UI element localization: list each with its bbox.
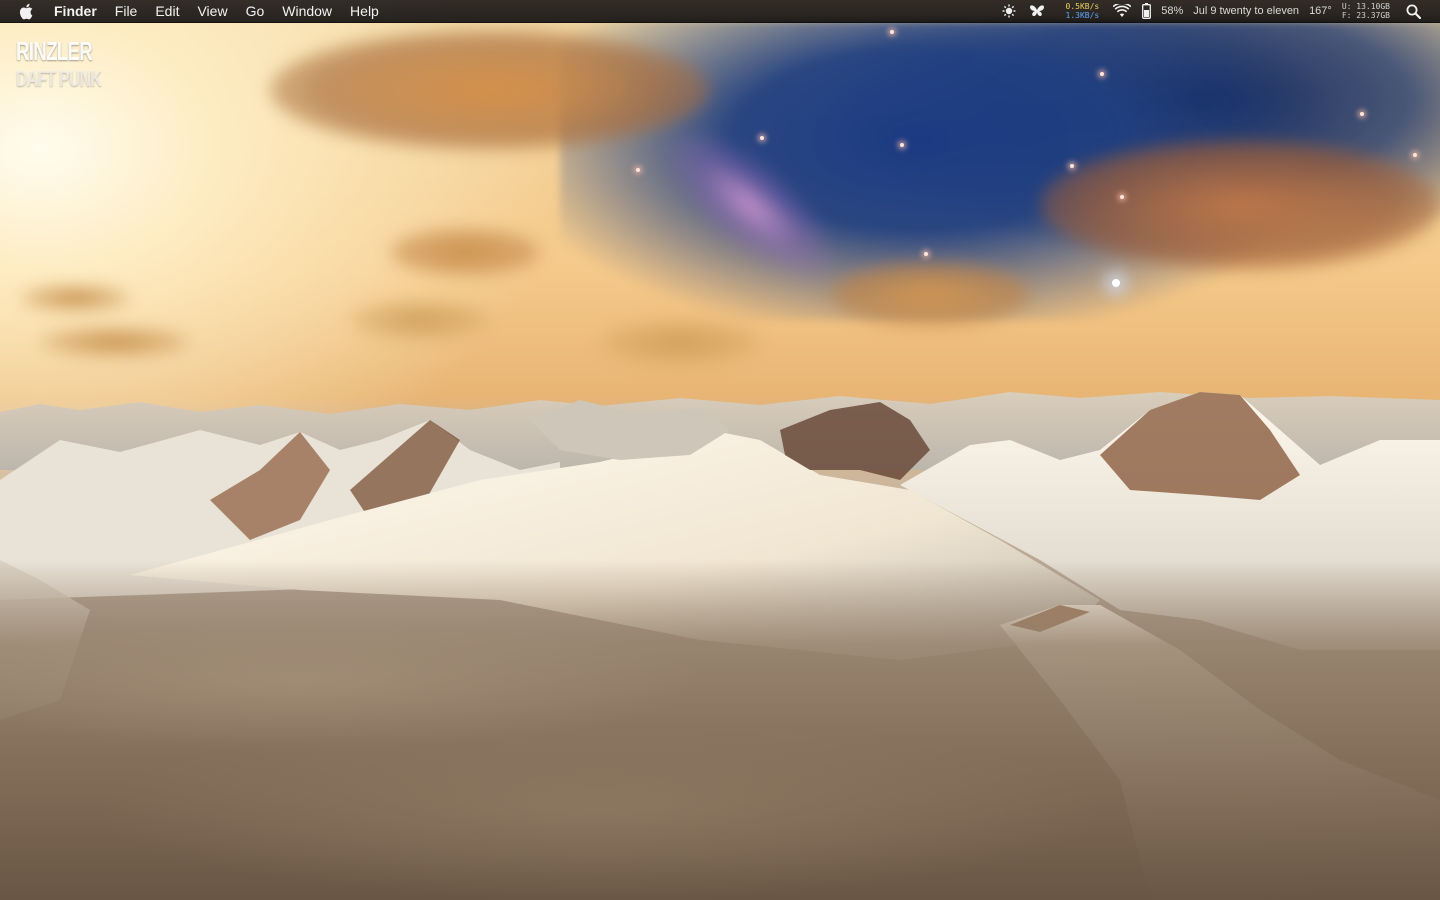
menu-bar-status-area: 0.5KB/s 1.3KB/s 58% Jul 9 twenty to elev… — [1000, 0, 1440, 22]
network-download-rate: 1.3KB/s — [1065, 11, 1100, 20]
menu-bar: Finder File Edit View Go Window Help 0.5… — [0, 0, 1440, 23]
spotlight-search-icon[interactable] — [1404, 2, 1422, 20]
track-title: RINZLER — [16, 36, 93, 66]
desktop-wallpaper — [0, 0, 1440, 900]
disk-usage-monitor[interactable]: U: 13.10GB F: 23.37GB — [1342, 2, 1390, 20]
battery-icon[interactable] — [1141, 2, 1151, 20]
wifi-icon[interactable] — [1113, 2, 1132, 20]
disk-free: F: 23.37GB — [1341, 11, 1390, 20]
now-playing-widget: RINZLER DAFT PUNK — [16, 38, 134, 90]
temperature-readout[interactable]: 167° — [1309, 5, 1332, 17]
menu-edit[interactable]: Edit — [155, 0, 179, 22]
sun-icon[interactable] — [1000, 2, 1018, 20]
clock[interactable]: Jul 9 twenty to eleven — [1193, 5, 1299, 17]
menu-help[interactable]: Help — [350, 0, 379, 22]
network-monitor[interactable]: 0.5KB/s 1.3KB/s — [1066, 2, 1100, 20]
menu-go[interactable]: Go — [246, 0, 265, 22]
menu-file[interactable]: File — [115, 0, 138, 22]
apple-icon[interactable] — [18, 2, 34, 20]
menu-window[interactable]: Window — [282, 0, 332, 22]
track-artist: DAFT PUNK — [16, 66, 102, 91]
battery-percent[interactable]: 58% — [1161, 5, 1183, 17]
menu-view[interactable]: View — [197, 0, 227, 22]
butterfly-icon[interactable] — [1028, 2, 1046, 20]
menu-bar-left: Finder File Edit View Go Window Help — [0, 0, 397, 22]
network-upload-rate: 0.5KB/s — [1065, 2, 1100, 11]
menu-finder[interactable]: Finder — [54, 0, 97, 22]
disk-used: U: 13.10GB — [1341, 2, 1390, 11]
cloud-sea — [0, 560, 1440, 900]
